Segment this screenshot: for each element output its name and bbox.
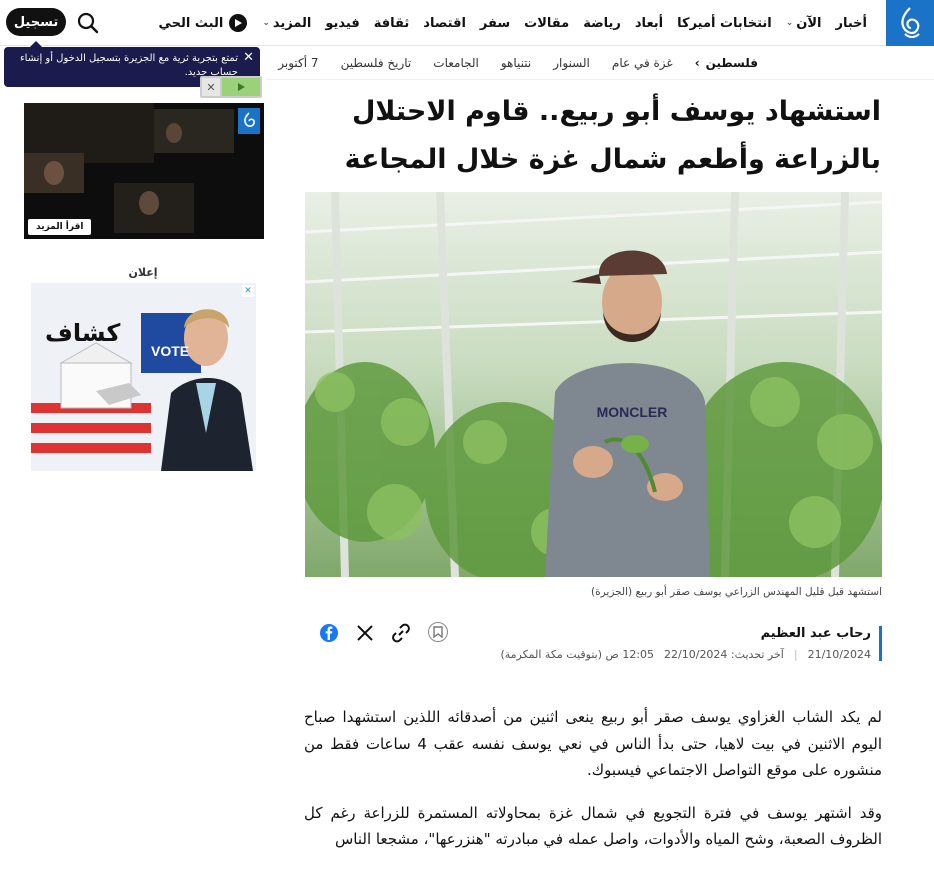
nav-item[interactable]: الآن ⌄ bbox=[779, 16, 829, 31]
nav-item[interactable]: اقتصاد bbox=[416, 16, 473, 31]
bookmark-icon[interactable] bbox=[428, 622, 448, 642]
article-paragraph: لم يكد الشاب الغزاوي يوسف صقر أبو ربيع ي… bbox=[304, 708, 882, 779]
live-stream-label: البث الحي bbox=[158, 15, 224, 31]
nav-item[interactable]: مقالات bbox=[517, 16, 576, 31]
nav-item-label: رياضة bbox=[583, 15, 621, 31]
ad-choices-icon[interactable]: ✕ bbox=[242, 285, 254, 297]
register-button[interactable]: تسجيل bbox=[6, 8, 66, 36]
chevron-left-icon: › bbox=[694, 55, 700, 70]
nav-item-label: مقالات bbox=[524, 15, 570, 31]
tag-link[interactable]: نتنياهو bbox=[501, 56, 531, 70]
date-separator: | bbox=[793, 648, 798, 661]
top-navigation-bar: أخبار الآن ⌄ انتخابات أميركا أبعاد رياضة مقالا… bbox=[0, 0, 934, 46]
image-caption: استشهد قبل قليل المهندس الزراعي يوسف صقر… bbox=[591, 586, 882, 598]
play-icon bbox=[229, 14, 248, 32]
nav-item[interactable]: انتخابات أميركا bbox=[670, 16, 779, 31]
nav-item-label: المزيد bbox=[272, 15, 312, 31]
article-hero-image: MONCLER bbox=[305, 192, 882, 577]
nav-item-label: أبعاد bbox=[634, 15, 664, 31]
main-menu: أخبار الآن ⌄ انتخابات أميركا أبعاد رياضة مقالا… bbox=[151, 0, 874, 46]
breadcrumb: فلسطين › غزة في عام السنوار نتنياهو الجا… bbox=[266, 46, 934, 80]
nav-item[interactable]: فيديو bbox=[318, 16, 366, 31]
nav-item[interactable]: أبعاد bbox=[628, 16, 670, 31]
published-date: 21/10/2024 bbox=[807, 648, 871, 661]
updated-date: آخر تحديث: 22/10/2024 bbox=[664, 648, 784, 661]
share-bar bbox=[318, 622, 412, 644]
video-player[interactable]: اقرأ المزيد bbox=[24, 103, 264, 239]
live-stream-button[interactable]: البث الحي bbox=[151, 14, 256, 32]
aljazeera-logo[interactable] bbox=[886, 0, 934, 46]
tag-link[interactable]: الجامعات bbox=[433, 56, 479, 70]
nav-item-label: انتخابات أميركا bbox=[677, 15, 772, 31]
aljazeera-logo-icon bbox=[238, 108, 260, 134]
nav-item[interactable]: رياضة bbox=[576, 16, 628, 31]
nav-item-label: ثقافة bbox=[373, 15, 410, 31]
nav-item-label: فيديو bbox=[325, 15, 360, 31]
nav-item[interactable]: أخبار bbox=[829, 16, 875, 31]
play-icon[interactable] bbox=[222, 78, 260, 96]
chevron-down-icon: ⌄ bbox=[262, 18, 270, 28]
tooltip-text: تمتع بتجربة ثرية مع الجزيرة بتسجيل الدخو… bbox=[19, 53, 238, 78]
nav-item[interactable]: المزيد ⌄ bbox=[255, 16, 318, 31]
tag-link[interactable]: تاريخ فلسطين bbox=[341, 56, 412, 70]
svg-text:MONCLER: MONCLER bbox=[597, 404, 668, 420]
ad-label: إعلان bbox=[128, 266, 158, 279]
author-block: رحاب عبد العظيم 21/10/2024 | آخر تحديث: … bbox=[500, 626, 882, 661]
facebook-icon[interactable] bbox=[318, 622, 340, 644]
close-icon[interactable]: ✕ bbox=[243, 51, 254, 65]
sidebar-advertisement[interactable]: كشاف VOTE ✕ bbox=[31, 283, 256, 471]
nav-item[interactable]: سفر bbox=[473, 16, 517, 31]
chevron-down-icon: ⌄ bbox=[785, 18, 794, 28]
tag-link[interactable]: غزة في عام bbox=[612, 56, 673, 70]
nav-item-label: اقتصاد bbox=[423, 15, 466, 31]
breadcrumb-section[interactable]: فلسطين › bbox=[695, 56, 758, 70]
breadcrumb-section-label: فلسطين bbox=[705, 55, 758, 70]
author-name[interactable]: رحاب عبد العظيم bbox=[500, 626, 871, 641]
nav-item-label: سفر bbox=[479, 15, 511, 31]
nav-item-label: الآن bbox=[796, 15, 822, 31]
article-paragraph: وقد اشتهر يوسف في فترة التجويع في شمال غ… bbox=[304, 803, 882, 849]
read-more-button[interactable]: اقرأ المزيد bbox=[28, 219, 92, 235]
copy-link-icon[interactable] bbox=[390, 622, 412, 644]
x-twitter-icon[interactable] bbox=[354, 622, 376, 644]
article-title: استشهاد يوسف أبو ربيع.. قاوم الاحتلال با… bbox=[344, 96, 881, 175]
updated-time: 12:05 ص (بتوقيت مكة المكرمة) bbox=[500, 648, 655, 661]
close-video-icon[interactable]: ✕ bbox=[202, 78, 220, 96]
video-control-bar: ✕ bbox=[200, 76, 262, 98]
nav-item[interactable]: ثقافة bbox=[367, 16, 417, 31]
tag-link[interactable]: 7 أكتوبر bbox=[278, 56, 318, 70]
nav-item-label: أخبار bbox=[835, 15, 868, 31]
search-icon[interactable] bbox=[76, 11, 100, 35]
article-dates: 21/10/2024 | آخر تحديث: 22/10/2024 12:05… bbox=[500, 648, 871, 661]
ad-title: كشاف bbox=[45, 319, 121, 347]
ad-vote-text: VOTE bbox=[151, 343, 190, 359]
tag-link[interactable]: السنوار bbox=[553, 56, 590, 70]
aljazeera-logo-icon bbox=[901, 7, 920, 38]
